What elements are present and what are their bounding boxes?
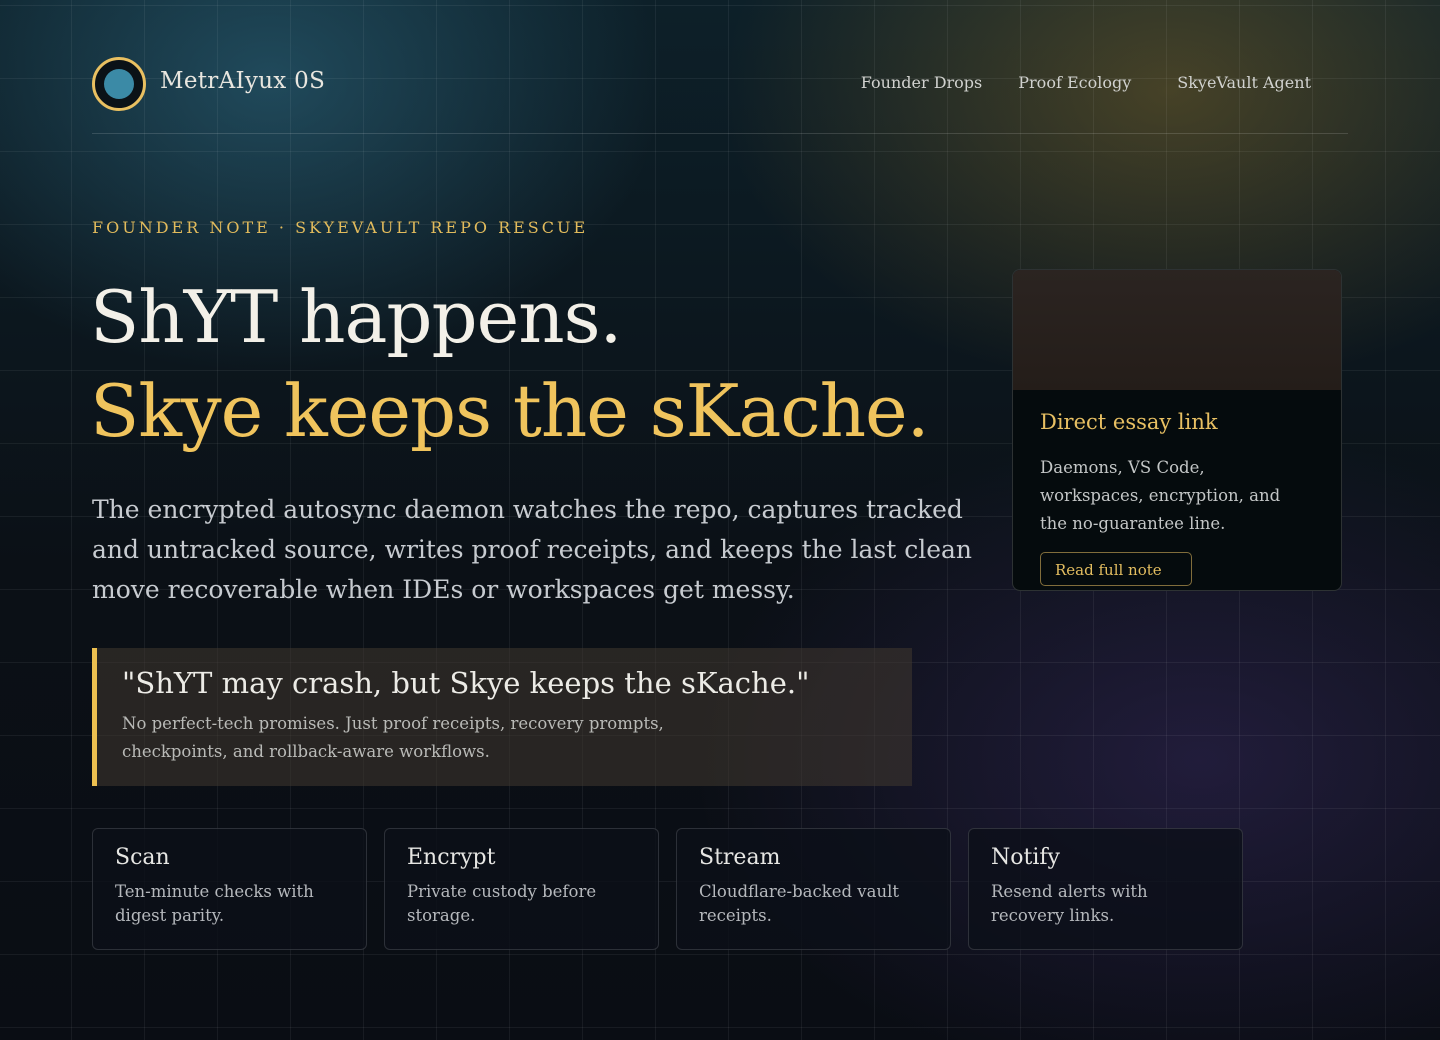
feature-card-notify: Notify Resend alerts with recovery links… — [968, 828, 1243, 950]
feature-description: Ten-minute checks with digest parity. — [115, 882, 314, 925]
pull-quote: "ShYT may crash, but Skye keeps the sKac… — [92, 648, 912, 786]
feature-card-encrypt: Encrypt Private custody before storage. — [384, 828, 659, 950]
main-nav: Founder Drops Proof Ecology SkyeVault Ag… — [861, 73, 1311, 92]
nav-skyevault-agent[interactable]: SkyeVault Agent — [1177, 73, 1311, 92]
card-description: Daemons, VS Code, workspaces, encryption… — [1040, 458, 1281, 533]
essay-card: Direct essay link Daemons, VS Code, work… — [1012, 269, 1342, 591]
feature-title: Notify — [991, 845, 1060, 870]
nav-proof-ecology[interactable]: Proof Ecology — [1018, 73, 1131, 92]
feature-title: Encrypt — [407, 845, 496, 870]
feature-description: Private custody before storage. — [407, 882, 597, 925]
hero-title: ShYT happens. Skye keeps the sKache. — [90, 270, 930, 458]
logo-core — [104, 69, 134, 99]
feature-card-scan: Scan Ten-minute checks with digest parit… — [92, 828, 367, 950]
feature-title: Scan — [115, 845, 170, 870]
hero-lede: The encrypted autosync daemon watches th… — [92, 495, 972, 604]
hero-title-line2: Skye keeps the sKache. — [90, 369, 930, 453]
logo-icon[interactable] — [92, 57, 146, 111]
card-media — [1013, 270, 1341, 390]
card-title[interactable]: Direct essay link — [1040, 410, 1218, 434]
site-header: MetrAIyux 0S Founder Drops Proof Ecology… — [92, 56, 1348, 134]
quote-subtext: No perfect-tech promises. Just proof rec… — [122, 714, 664, 761]
feature-description: Resend alerts with recovery links. — [991, 882, 1148, 925]
brand-name[interactable]: MetrAIyux 0S — [160, 68, 325, 94]
feature-card-stream: Stream Cloudflare-backed vault receipts. — [676, 828, 951, 950]
hero-title-line1: ShYT happens. — [90, 275, 622, 359]
nav-founder-drops[interactable]: Founder Drops — [861, 73, 982, 92]
hero-eyebrow: FOUNDER NOTE · SKYEVAULT REPO RESCUE — [92, 218, 589, 237]
read-full-note-button[interactable]: Read full note — [1040, 552, 1192, 586]
feature-description: Cloudflare-backed vault receipts. — [699, 882, 899, 925]
quote-text: "ShYT may crash, but Skye keeps the sKac… — [122, 666, 810, 700]
feature-title: Stream — [699, 845, 781, 870]
